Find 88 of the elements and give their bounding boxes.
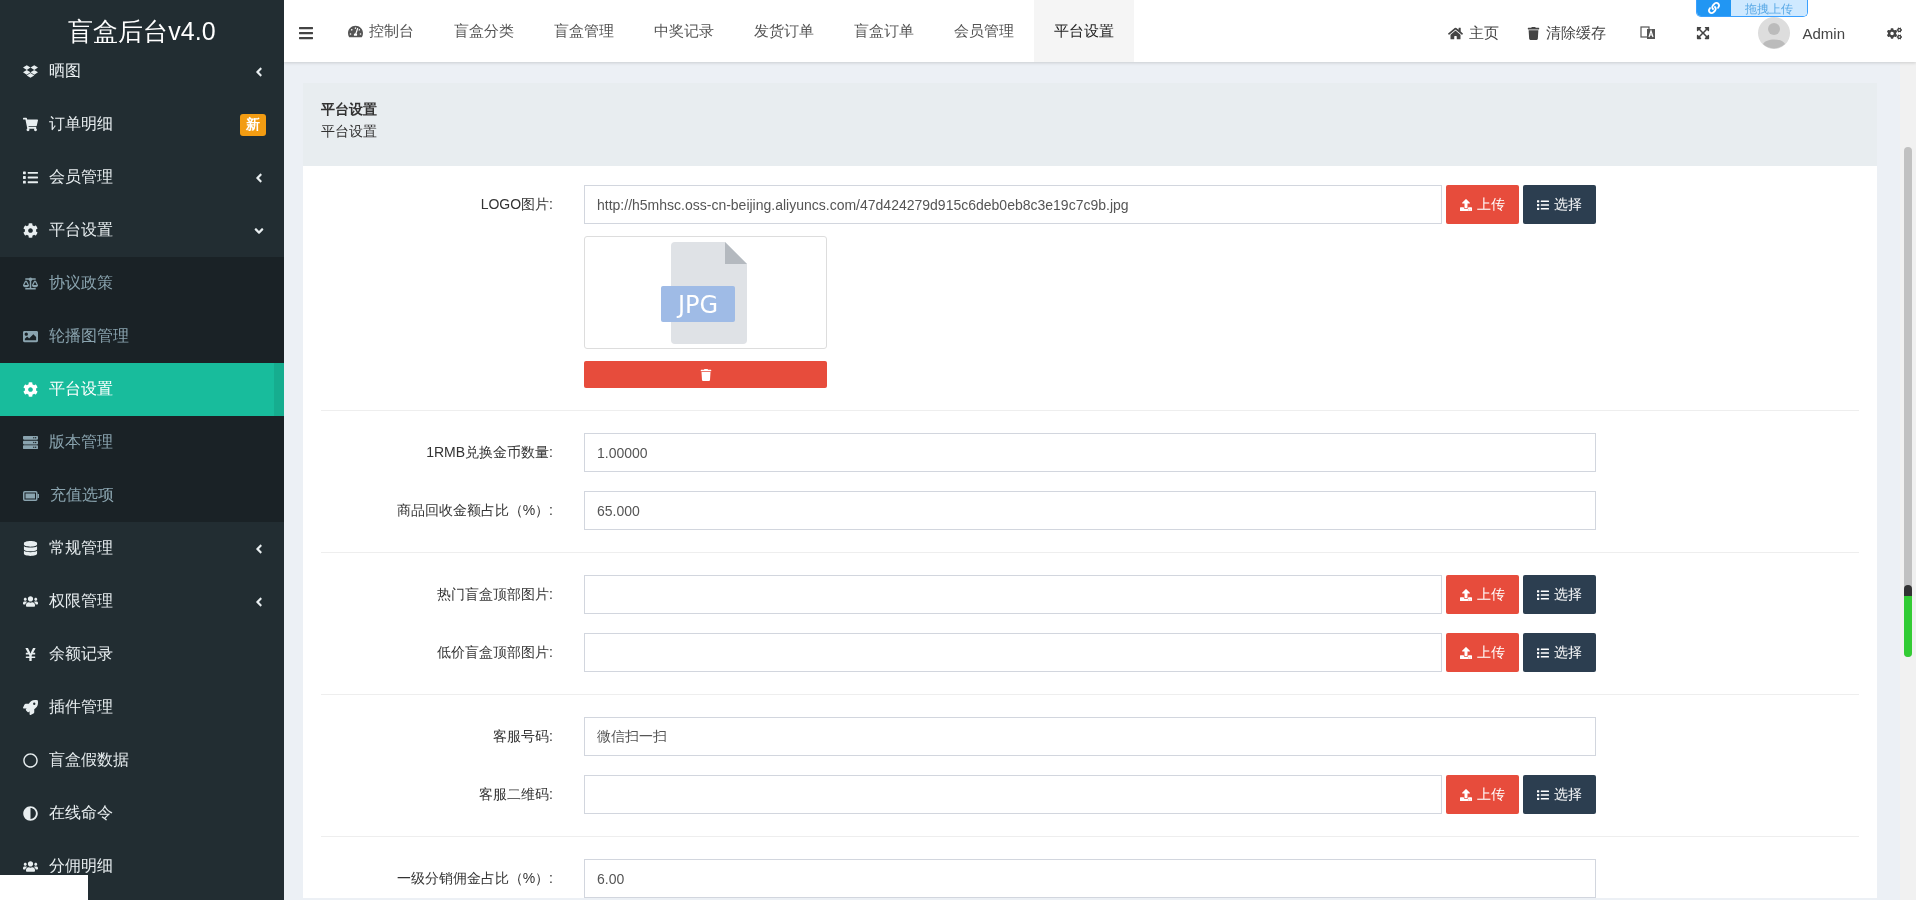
gauge-icon [348,23,363,39]
text-field[interactable]: 65.000 [584,491,1596,530]
rocket-icon [23,700,38,715]
upload-button[interactable]: 上传 [1446,185,1519,224]
nav-tab[interactable]: 盲盒订单 [834,0,934,62]
gear-icon [23,382,38,397]
upload-icon [1460,646,1472,659]
nav-tab[interactable]: 盲盒管理 [534,0,634,62]
field-label: 一级分销佣金占比（%）: [395,869,553,888]
menu-item[interactable]: 插件管理 [0,681,284,734]
menu-item[interactable]: 版本管理 [0,416,284,469]
battery-icon [23,490,39,501]
field-label: 1RMB兑换金币数量: [425,443,553,462]
menu-item[interactable]: 常规管理 [0,522,284,575]
text-field[interactable]: 1.00000 [584,433,1596,472]
nav-tab[interactable]: 盲盒分类 [434,0,534,62]
scrollbar[interactable] [1900,62,1916,900]
url-field[interactable] [584,775,1442,814]
cart-icon [23,117,38,132]
menu-item[interactable]: 盲盒假数据 [0,734,284,787]
home-link[interactable]: 主页 [1434,18,1514,48]
field-label: 商品回收金额占比（%）: [395,501,553,520]
users-icon [23,859,38,874]
choose-button[interactable]: 选择 [1523,185,1596,224]
nav-tab[interactable]: 发货订单 [734,0,834,62]
menu-item[interactable]: 订单明细 新 [0,98,284,151]
field-label: LOGO图片: [479,195,553,214]
text-field[interactable]: 6.00 [584,859,1596,898]
list-icon [1537,788,1549,801]
home-icon [1448,25,1464,41]
upload-button[interactable]: 上传 [1446,775,1519,814]
link-icon [1708,2,1720,14]
translate-icon [1640,25,1657,41]
menu-item[interactable]: 轮播图管理 [0,310,284,363]
contrast-icon [23,806,38,821]
server-icon [23,435,38,450]
user-menu[interactable]: Admin [1730,18,1873,48]
menu-item[interactable]: 在线命令 [0,787,284,840]
settings-icon [1887,25,1902,41]
menu-item[interactable]: 分佣明细 [0,840,284,893]
fullscreen-icon [1696,26,1711,40]
gear-icon [23,223,38,238]
choose-button[interactable]: 选择 [1523,775,1596,814]
users-icon [23,594,38,609]
nav-tab[interactable]: 平台设置 [1034,0,1134,62]
image-icon [23,329,38,344]
clear-cache-button[interactable]: 清除缓存 [1513,18,1621,48]
list-icon [23,170,38,185]
new-badge: 新 [240,113,266,136]
scale-icon [23,276,38,291]
yen-icon [23,647,38,662]
menu-item[interactable]: 协议政策 [0,257,284,310]
list-icon [1537,646,1549,659]
text-field[interactable]: 微信扫一扫 [584,717,1596,756]
url-field[interactable] [584,575,1442,614]
url-field[interactable] [584,633,1442,672]
list-icon [1537,588,1549,601]
upload-button[interactable]: 上传 [1446,575,1519,614]
upload-button[interactable]: 上传 [1446,633,1519,672]
trash-icon [699,368,712,381]
panel-title: 平台设置 [321,101,378,119]
upload-icon [1460,588,1472,601]
field-label: 低价盲盒顶部图片: [436,643,553,662]
database-icon [23,541,38,556]
field-label: 客服号码: [492,727,553,746]
delete-button[interactable] [584,361,827,388]
menu-item[interactable]: 充值选项 [0,469,284,522]
choose-button[interactable]: 选择 [1523,575,1596,614]
menu-item[interactable]: 平台设置 [0,204,284,257]
nav-tab[interactable]: 会员管理 [934,0,1034,62]
trash-icon [1527,26,1541,40]
upload-icon [1460,788,1472,801]
dropbox-icon [23,64,38,79]
url-field[interactable]: http://h5mhsc.oss-cn-beijing.aliyuncs.com/47d424279d915c6deb0eb8c3e19c7c9b.jpg [584,185,1442,224]
nav-tab[interactable]: 控制台 [328,0,434,62]
upload-icon [1460,198,1472,211]
menu-item[interactable]: 权限管理 [0,575,284,628]
field-label: 客服二维码: [478,785,553,804]
panel-subtitle: 平台设置 [321,123,378,141]
choose-button[interactable]: 选择 [1523,633,1596,672]
nav-tab[interactable]: 中奖记录 [634,0,734,62]
avatar-icon [1758,17,1791,49]
menu-icon [298,25,314,41]
menu-item[interactable]: 余额记录 [0,628,284,681]
list-icon [1537,198,1549,211]
menu-item[interactable]: 晒图 [0,62,284,98]
menu-item[interactable]: 会员管理 [0,151,284,204]
field-label: 热门盲盒顶部图片: [436,585,553,604]
